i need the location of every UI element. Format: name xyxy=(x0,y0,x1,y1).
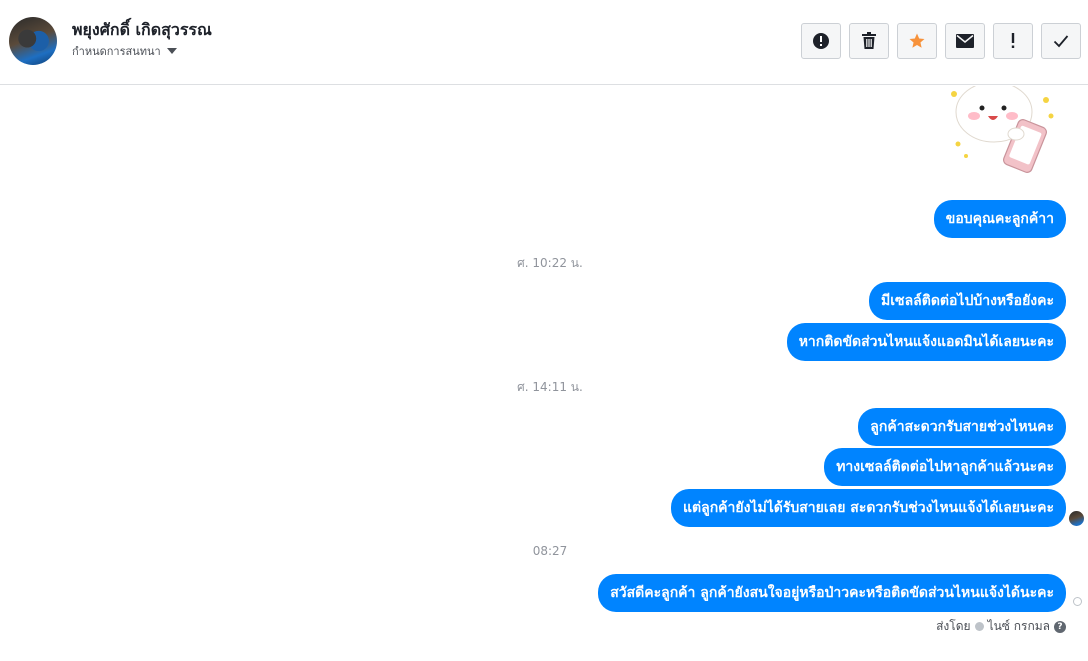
mark-done-button[interactable] xyxy=(1041,23,1081,59)
sticker-image xyxy=(951,86,1054,173)
follow-up-button[interactable] xyxy=(993,23,1033,59)
message-bubble[interactable]: หากติดขัดส่วนไหนแจ้งแอดมินได้เลยนะคะ xyxy=(786,323,1066,361)
sent-status-icon xyxy=(1073,597,1082,606)
message-bubble[interactable]: ขอบคุณคะลูกค้าา xyxy=(933,200,1066,238)
message-bubble[interactable]: สวัสดีคะลูกค้า ลูกค้ายังสนใจอยู่หรือป่าว… xyxy=(598,574,1066,612)
conversation-toolbar xyxy=(801,23,1081,59)
delete-button[interactable] xyxy=(849,23,889,59)
message-bubble[interactable]: ลูกค้าสะดวกรับสายช่วงไหนคะ xyxy=(858,408,1066,446)
help-icon[interactable]: ? xyxy=(1054,620,1066,633)
timestamp: ศ. 14:11 น. xyxy=(517,380,583,394)
sender-name[interactable]: ไนซ์ กรกมล xyxy=(988,617,1050,636)
star-icon xyxy=(909,33,925,48)
sent-by-info: ส่งโดย ไนซ์ กรกมล ? xyxy=(936,617,1066,636)
caret-down-icon xyxy=(166,48,177,54)
envelope-icon xyxy=(956,34,974,48)
conversation-header: พยุงศักดิ์ เกิดสุวรรณ กำหนดการสนทนา xyxy=(0,0,1088,85)
trash-icon xyxy=(862,32,876,49)
exclamation-icon xyxy=(1011,33,1015,48)
message-bubble[interactable]: มีเซลล์ติดต่อไปบ้างหรือยังคะ xyxy=(869,282,1066,320)
check-icon xyxy=(1053,35,1069,48)
star-button[interactable] xyxy=(897,23,937,59)
assign-conversation-dropdown[interactable]: กำหนดการสนทนา xyxy=(72,42,177,60)
contact-avatar[interactable] xyxy=(9,17,57,65)
assign-conversation-label: กำหนดการสนทนา xyxy=(72,45,161,58)
check-circle-icon xyxy=(974,622,984,631)
contact-name[interactable]: พยุงศักดิ์ เกิดสุวรรณ xyxy=(72,18,212,43)
message-bubble[interactable]: แต่ลูกค้ายังไม่ได้รับสายเลย สะดวกรับช่วง… xyxy=(671,489,1066,527)
mark-spam-button[interactable] xyxy=(801,23,841,59)
read-receipt-avatar xyxy=(1069,511,1084,526)
sent-by-label: ส่งโดย xyxy=(936,619,971,633)
message-thread[interactable]: ขอบคุณคะลูกค้าา ศ. 10:22 น. มีเซลล์ติดต่… xyxy=(0,86,1088,661)
message-bubble[interactable]: ทางเซลล์ติดต่อไปหาลูกค้าแล้วนะคะ xyxy=(824,448,1066,486)
alert-circle-icon xyxy=(813,33,829,49)
timestamp: 08:27 xyxy=(532,544,568,558)
timestamp: ศ. 10:22 น. xyxy=(517,256,583,270)
mark-unread-button[interactable] xyxy=(945,23,985,59)
